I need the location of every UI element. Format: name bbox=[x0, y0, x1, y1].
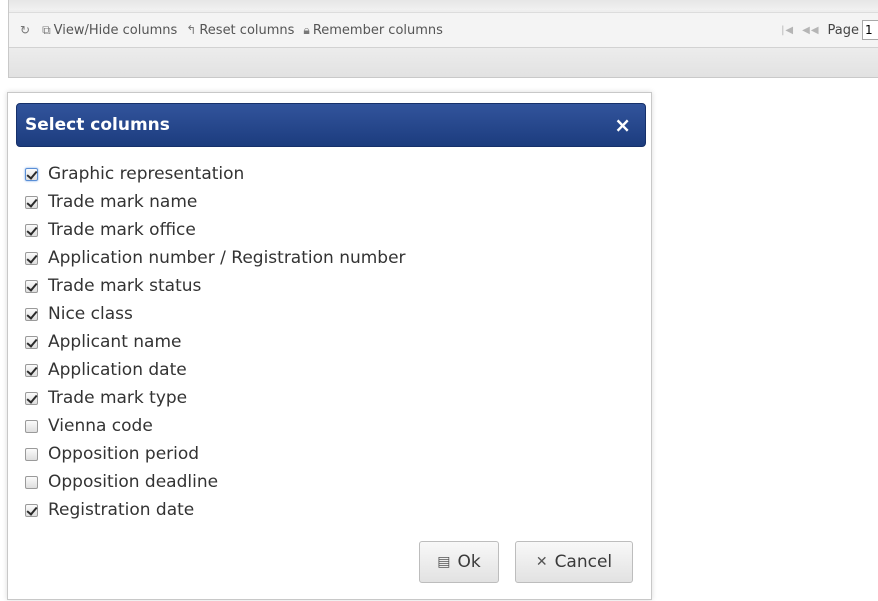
checkbox-checked[interactable] bbox=[25, 251, 38, 265]
column-option-label: Application date bbox=[48, 360, 187, 380]
checkbox-checked[interactable] bbox=[25, 195, 38, 209]
close-icon[interactable]: × bbox=[614, 115, 631, 135]
column-option[interactable]: Opposition period bbox=[25, 440, 406, 468]
column-option-label: Trade mark type bbox=[48, 388, 188, 408]
column-option-label: Application number / Registration number bbox=[48, 248, 406, 268]
column-option-label: Graphic representation bbox=[48, 164, 245, 184]
x-icon: ✕ bbox=[535, 554, 548, 570]
cancel-label: Cancel bbox=[554, 552, 613, 572]
column-option-label: Trade mark office bbox=[48, 220, 196, 240]
column-option-label: Registration date bbox=[48, 500, 195, 520]
reset-columns-button[interactable]: ↰ Reset columns bbox=[186, 23, 294, 38]
checkbox-unchecked[interactable] bbox=[25, 475, 38, 489]
grid-header-shade bbox=[9, 0, 878, 10]
grid-toolbar-frame: ↻ ⧉ View/Hide columns ↰ Reset columns 🔒︎… bbox=[8, 0, 878, 78]
column-option[interactable]: Opposition deadline bbox=[25, 468, 406, 496]
grid-footer-shade bbox=[9, 48, 878, 77]
checkbox-checked[interactable] bbox=[25, 363, 38, 377]
column-option[interactable]: Applicant name bbox=[25, 328, 406, 356]
remember-columns-button[interactable]: 🔒︎ Remember columns bbox=[303, 23, 443, 38]
column-option-label: Vienna code bbox=[48, 416, 153, 436]
undo-icon: ↰ bbox=[186, 23, 197, 37]
cancel-button[interactable]: ✕ Cancel bbox=[515, 541, 633, 583]
checkbox-checked[interactable] bbox=[25, 335, 38, 349]
column-option[interactable]: Nice class bbox=[25, 300, 406, 328]
checkbox-unchecked[interactable] bbox=[25, 447, 38, 461]
column-option-label: Trade mark name bbox=[48, 192, 198, 212]
column-option-label: Nice class bbox=[48, 304, 133, 324]
column-option-label: Opposition deadline bbox=[48, 472, 219, 492]
select-columns-dialog: Select columns × Graphic representation T… bbox=[7, 92, 652, 600]
checkbox-checked[interactable] bbox=[25, 223, 38, 237]
checkbox-checked[interactable] bbox=[25, 279, 38, 293]
column-option-label: Applicant name bbox=[48, 332, 182, 352]
column-option[interactable]: Trade mark office bbox=[25, 216, 406, 244]
pager-bar: ↻ ⧉ View/Hide columns ↰ Reset columns 🔒︎… bbox=[9, 12, 878, 48]
refresh-icon: ↻ bbox=[20, 23, 31, 37]
checkbox-unchecked[interactable] bbox=[25, 419, 38, 433]
dialog-title: Select columns bbox=[25, 115, 170, 135]
column-option[interactable]: Registration date bbox=[25, 496, 406, 524]
dialog-header: Select columns × bbox=[16, 103, 646, 147]
column-option[interactable]: Application number / Registration number bbox=[25, 244, 406, 272]
view-hide-columns-button[interactable]: ⧉ View/Hide columns bbox=[42, 23, 177, 38]
checkbox-checked[interactable] bbox=[25, 307, 38, 321]
remember-columns-label: Remember columns bbox=[312, 22, 443, 38]
column-option[interactable]: Trade mark name bbox=[25, 188, 406, 216]
column-options-list: Graphic representation Trade mark name Tra… bbox=[25, 160, 406, 524]
column-option[interactable]: Graphic representation bbox=[25, 160, 406, 188]
lock-icon: 🔒︎ bbox=[303, 22, 310, 37]
column-option[interactable]: Trade mark status bbox=[25, 272, 406, 300]
page-number-input[interactable] bbox=[862, 20, 878, 40]
column-option[interactable]: Application date bbox=[25, 356, 406, 384]
refresh-button[interactable]: ↻ bbox=[20, 23, 30, 37]
checkbox-checked[interactable] bbox=[25, 391, 38, 405]
checkbox-checked[interactable] bbox=[25, 167, 38, 181]
pager-first-button[interactable]: |◀ bbox=[781, 25, 794, 36]
ok-button[interactable]: ▤ Ok bbox=[419, 541, 499, 583]
ok-label: Ok bbox=[457, 552, 481, 572]
page-label: Page bbox=[827, 22, 859, 38]
view-hide-columns-label: View/Hide columns bbox=[53, 22, 178, 38]
column-option-label: Trade mark status bbox=[48, 276, 202, 296]
save-icon: ▤ bbox=[437, 554, 451, 570]
column-option[interactable]: Trade mark type bbox=[25, 384, 406, 412]
column-option-label: Opposition period bbox=[48, 444, 200, 464]
columns-icon: ⧉ bbox=[42, 22, 51, 37]
checkbox-checked[interactable] bbox=[25, 503, 38, 517]
column-option[interactable]: Vienna code bbox=[25, 412, 406, 440]
pager-prev-button[interactable]: ◀◀ bbox=[802, 25, 819, 36]
reset-columns-label: Reset columns bbox=[199, 22, 295, 38]
